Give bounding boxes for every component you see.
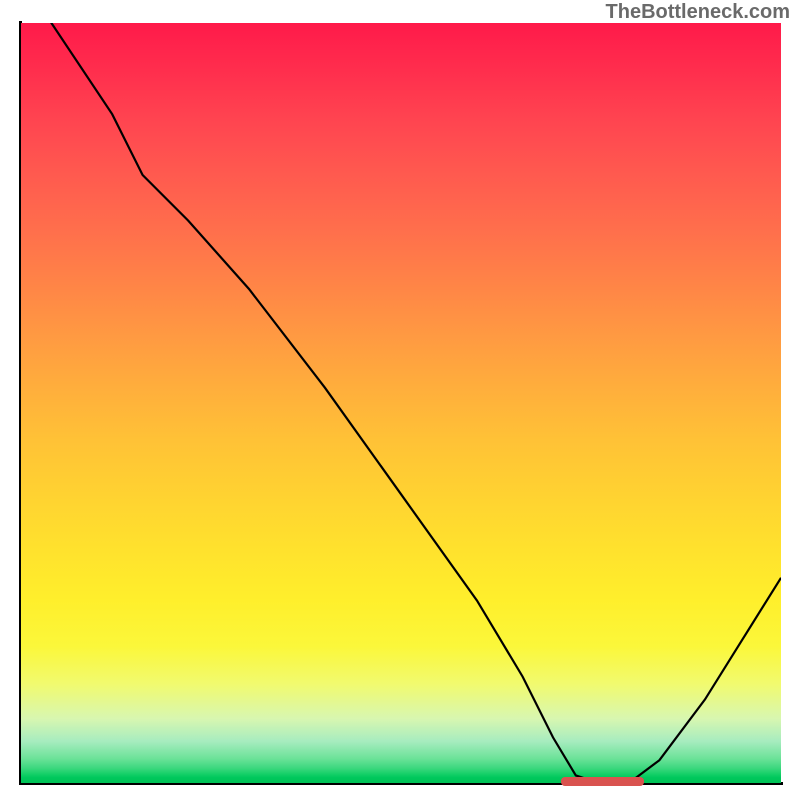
chart-plot-area — [21, 23, 781, 783]
watermark-text: TheBottleneck.com — [606, 1, 790, 24]
bottleneck-curve — [21, 23, 781, 783]
optimal-range-marker — [561, 777, 645, 786]
